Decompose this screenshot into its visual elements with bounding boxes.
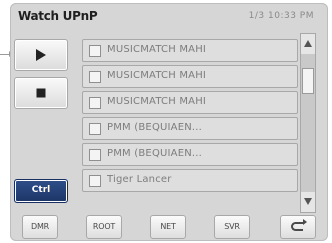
arrow-down-icon [304,198,312,205]
scroll-down-button[interactable] [301,192,315,212]
list-item[interactable]: MUSICMATCH MAHI [82,39,298,62]
root-button[interactable]: ROOT [86,215,122,239]
list-item[interactable]: PMM (BEQUIAEN... [82,117,298,140]
back-icon [291,219,307,231]
bottom-toolbar: DMR ROOT NET SVR [12,215,326,239]
play-icon [36,49,46,61]
playback-panel: Ctrl [14,33,72,211]
ctrl-button-label: Ctrl [31,185,51,195]
network-icon: NET [160,222,176,231]
list-scrollbar[interactable] [300,33,316,213]
item-checkbox[interactable] [89,97,101,109]
list-item[interactable]: Tiger Lancer [82,169,298,192]
stop-icon [36,88,46,98]
dmr-icon: DMR [30,222,50,231]
server-button[interactable]: SVR [214,215,250,239]
list-item-label: PMM (BEQUIAEN... [107,148,203,159]
back-button[interactable] [280,215,316,239]
window-title: Watch UPnP [18,9,98,23]
list-item-label: MUSICMATCH MAHI [107,70,207,81]
server-icon: SVR [224,222,240,231]
list-item[interactable]: PMM (BEQUIAEN... [82,143,298,166]
arrow-up-icon [304,40,312,47]
ctrl-button[interactable]: Ctrl [14,179,68,203]
callout-pointer [0,51,13,57]
item-checkbox[interactable] [89,175,101,187]
dmr-button[interactable]: DMR [22,215,58,239]
list-item[interactable]: MUSICMATCH MAHI [82,65,298,88]
stop-button[interactable] [14,77,68,109]
root-icon: ROOT [92,222,116,231]
list-item-label: MUSICMATCH MAHI [107,44,207,55]
network-button[interactable]: NET [150,215,186,239]
list-item-label: Tiger Lancer [107,174,172,185]
title-bar: Watch UPnP 1/3 10:33 PM [10,3,328,29]
list-item-label: PMM (BEQUIAEN... [107,122,203,133]
file-list: MUSICMATCH MAHI MUSICMATCH MAHI MUSICMAT… [82,33,304,211]
list-item[interactable]: MUSICMATCH MAHI [82,91,298,114]
list-item-label: MUSICMATCH MAHI [107,96,207,107]
scroll-thumb[interactable] [302,68,314,94]
item-checkbox[interactable] [89,45,101,57]
item-checkbox[interactable] [89,149,101,161]
clock-status: 1/3 10:33 PM [248,11,314,21]
item-checkbox[interactable] [89,123,101,135]
scroll-up-button[interactable] [301,34,315,54]
item-checkbox[interactable] [89,71,101,83]
play-button[interactable] [14,39,68,71]
